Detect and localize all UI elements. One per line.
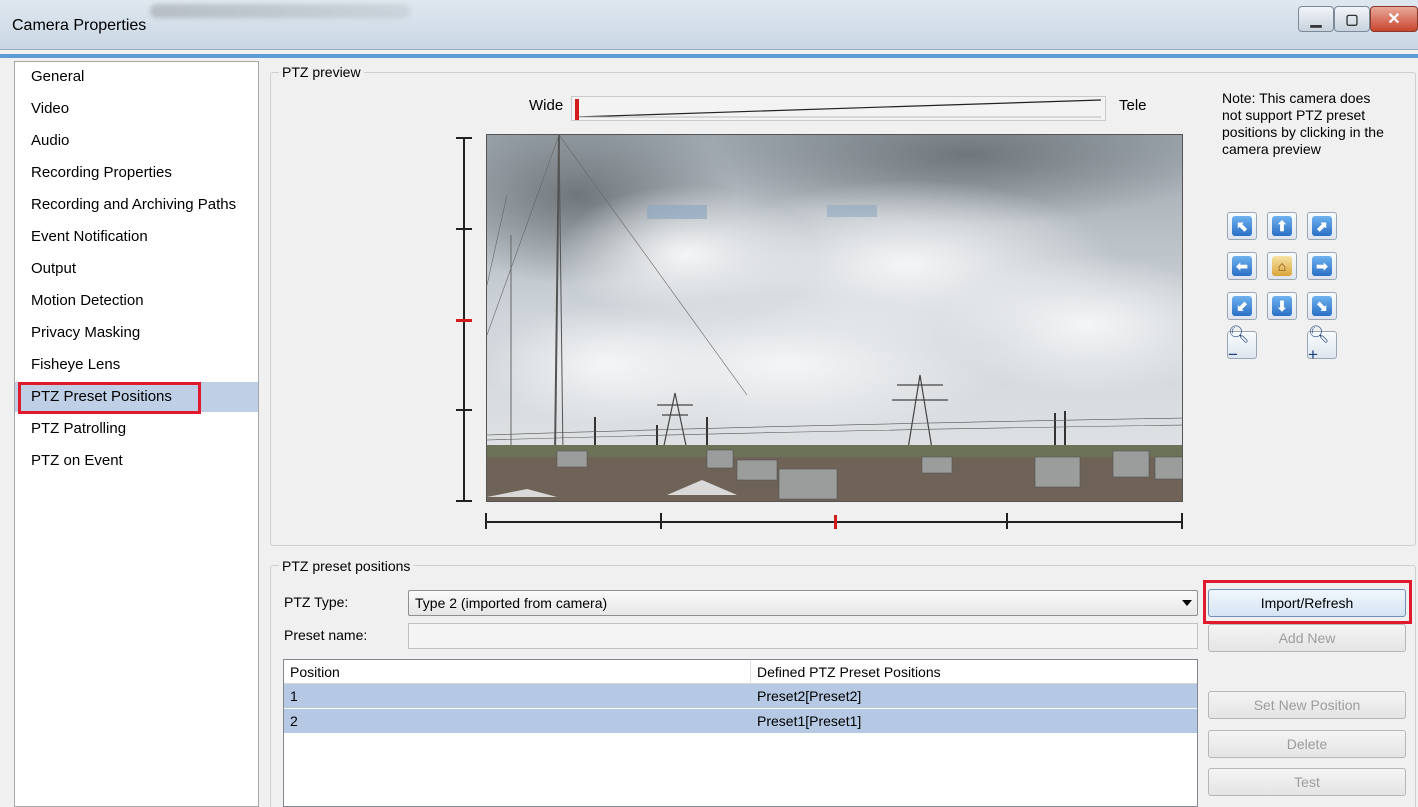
arrow-down-right-icon: ⬊ bbox=[1312, 296, 1332, 316]
tilt-scale-tick bbox=[456, 137, 472, 139]
pan-up-left-button[interactable]: ⬉ bbox=[1227, 212, 1257, 240]
test-button[interactable]: Test bbox=[1208, 768, 1406, 796]
delete-button[interactable]: Delete bbox=[1208, 730, 1406, 758]
zoom-ramp bbox=[575, 99, 1102, 118]
set-new-position-button[interactable]: Set New Position bbox=[1208, 691, 1406, 719]
ptz-presets-group-label: PTZ preset positions bbox=[279, 558, 414, 574]
sidebar-item-recording-properties[interactable]: Recording Properties bbox=[15, 158, 258, 188]
sidebar-item-general[interactable]: General bbox=[15, 62, 258, 92]
tilt-scale-tick bbox=[456, 500, 472, 502]
ptz-note-text: Note: This camera does not support PTZ p… bbox=[1222, 90, 1384, 157]
sidebar-item-video[interactable]: Video bbox=[15, 94, 258, 124]
preset-positions-table[interactable]: Position Defined PTZ Preset Positions 1 … bbox=[283, 659, 1198, 807]
zoom-slider[interactable] bbox=[571, 96, 1106, 121]
sidebar-item-event-notification[interactable]: Event Notification bbox=[15, 222, 258, 252]
pan-left-button[interactable]: ⬅ bbox=[1227, 252, 1257, 280]
sidebar-highlight-box bbox=[18, 382, 201, 414]
table-row[interactable]: 2 Preset1[Preset1] bbox=[284, 709, 1197, 733]
pan-down-right-button[interactable]: ⬊ bbox=[1307, 292, 1337, 320]
sidebar-item-audio[interactable]: Audio bbox=[15, 126, 258, 156]
window-title: Camera Properties bbox=[12, 17, 147, 34]
table-row[interactable]: 1 Preset2[Preset2] bbox=[284, 684, 1197, 708]
zoom-in-button[interactable]: 🔍︎+ bbox=[1307, 325, 1337, 364]
maximize-icon: ▢ bbox=[1345, 10, 1359, 27]
sidebar-item-ptz-on-event[interactable]: PTZ on Event bbox=[15, 446, 258, 476]
tilt-down-button[interactable]: ⬇ bbox=[1267, 292, 1297, 320]
zoom-out-button[interactable]: 🔍︎− bbox=[1227, 325, 1257, 364]
tilt-up-button[interactable]: ⬆ bbox=[1267, 212, 1297, 240]
arrow-up-right-icon: ⬈ bbox=[1312, 216, 1332, 236]
ptz-type-value: Type 2 (imported from camera) bbox=[415, 595, 608, 611]
column-header-position[interactable]: Position bbox=[284, 660, 750, 684]
sidebar-item-output[interactable]: Output bbox=[15, 254, 258, 284]
camera-preview-image bbox=[486, 134, 1183, 502]
zoom-position-marker bbox=[575, 99, 579, 120]
pan-scale-tick bbox=[485, 513, 487, 529]
minimize-button[interactable]: ▁ bbox=[1298, 6, 1334, 32]
column-header-defined-presets[interactable]: Defined PTZ Preset Positions bbox=[751, 660, 1197, 684]
cell-preset-name: Preset2[Preset2] bbox=[757, 688, 862, 704]
pan-scale-tick bbox=[660, 513, 662, 529]
pan-up-right-button[interactable]: ⬈ bbox=[1307, 212, 1337, 240]
cell-position: 2 bbox=[290, 713, 298, 729]
camera-scene bbox=[487, 135, 1182, 501]
import-refresh-highlight-box bbox=[1203, 580, 1412, 624]
sidebar-item-fisheye-lens[interactable]: Fisheye Lens bbox=[15, 350, 258, 380]
arrow-up-icon: ⬆ bbox=[1272, 216, 1292, 236]
pan-scale-tick bbox=[1006, 513, 1008, 529]
title-bar: Camera Properties ▁ ▢ ✕ bbox=[0, 0, 1418, 50]
close-icon: ✕ bbox=[1387, 11, 1401, 28]
home-icon: ⌂ bbox=[1272, 256, 1292, 276]
home-button[interactable]: ⌂ bbox=[1267, 252, 1297, 280]
ptz-type-dropdown[interactable]: Type 2 (imported from camera) bbox=[408, 590, 1198, 616]
minimize-icon: ▁ bbox=[1310, 10, 1322, 27]
sidebar-nav: General Video Audio Recording Properties… bbox=[14, 61, 259, 807]
arrow-right-icon: ➡ bbox=[1312, 256, 1332, 276]
ptz-type-label: PTZ Type: bbox=[284, 594, 349, 610]
close-button[interactable]: ✕ bbox=[1370, 6, 1418, 32]
cell-preset-name: Preset1[Preset1] bbox=[757, 713, 862, 729]
sidebar-item-recording-archiving-paths[interactable]: Recording and Archiving Paths bbox=[15, 190, 258, 220]
sidebar-item-privacy-masking[interactable]: Privacy Masking bbox=[15, 318, 258, 348]
zoom-tele-label: Tele bbox=[1119, 97, 1147, 114]
zoom-out-icon: 🔍︎− bbox=[1228, 325, 1250, 364]
tilt-scale[interactable] bbox=[456, 137, 474, 502]
pan-right-button[interactable]: ➡ bbox=[1307, 252, 1337, 280]
accent-line bbox=[0, 54, 1418, 58]
cell-position: 1 bbox=[290, 688, 298, 704]
sidebar-item-motion-detection[interactable]: Motion Detection bbox=[15, 286, 258, 316]
pan-scale[interactable] bbox=[485, 513, 1183, 531]
add-new-button[interactable]: Add New bbox=[1208, 624, 1406, 652]
tilt-scale-tick bbox=[456, 409, 472, 411]
arrow-down-icon: ⬇ bbox=[1272, 296, 1292, 316]
maximize-button[interactable]: ▢ bbox=[1334, 6, 1370, 32]
blurred-background-text bbox=[150, 4, 410, 18]
preset-name-label: Preset name: bbox=[284, 627, 368, 643]
arrow-down-left-icon: ⬋ bbox=[1232, 296, 1252, 316]
pan-position-marker bbox=[834, 515, 837, 529]
arrow-left-icon: ⬅ bbox=[1232, 256, 1252, 276]
zoom-wide-label: Wide bbox=[529, 97, 564, 114]
tilt-scale-tick bbox=[456, 228, 472, 230]
sidebar-item-ptz-patrolling[interactable]: PTZ Patrolling bbox=[15, 414, 258, 444]
preset-name-input[interactable] bbox=[408, 623, 1198, 649]
arrow-up-left-icon: ⬉ bbox=[1232, 216, 1252, 236]
zoom-in-icon: 🔍︎+ bbox=[1308, 325, 1330, 364]
table-header: Position Defined PTZ Preset Positions bbox=[284, 660, 1197, 684]
chevron-down-icon bbox=[1182, 600, 1192, 606]
ptz-preview-group-label: PTZ preview bbox=[279, 64, 364, 80]
pan-down-left-button[interactable]: ⬋ bbox=[1227, 292, 1257, 320]
pan-scale-tick bbox=[1181, 513, 1183, 529]
tilt-position-marker bbox=[456, 319, 472, 322]
